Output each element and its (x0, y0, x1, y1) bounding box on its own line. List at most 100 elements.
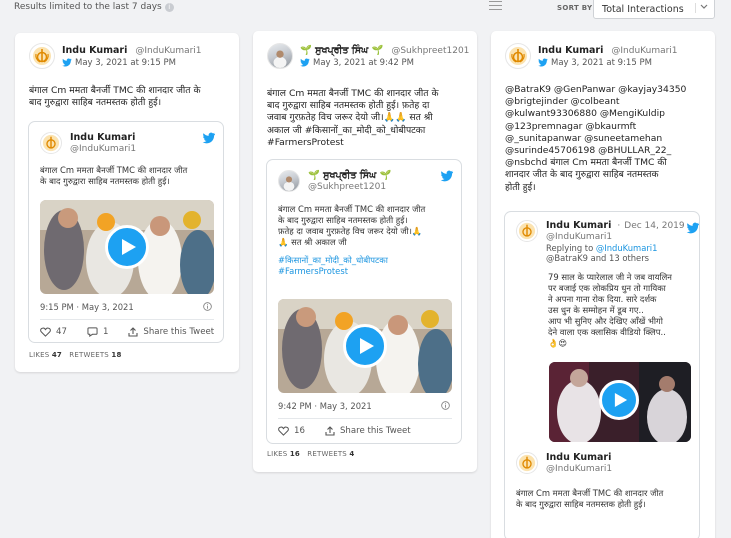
embedded-tweet[interactable]: Indu Kumari · Dec 14, 2019 @InduKumari1 … (504, 211, 700, 538)
replying-to: Replying to @InduKumari1 (546, 243, 685, 253)
share-icon (128, 327, 138, 337)
text-line: #FarmersProtest (267, 136, 344, 148)
author-handle[interactable]: @InduKumari1 (135, 46, 201, 56)
like-action[interactable]: 47 (40, 327, 67, 337)
embed-text: बंगाल Cm ममता बैनर्जी TMC की शानदार जीत … (40, 165, 187, 187)
avatar[interactable] (267, 43, 293, 69)
embed-author-handle[interactable]: @InduKumari1 (546, 232, 685, 242)
hashtag-link[interactable]: #FarmersProtest (278, 266, 425, 277)
play-icon (360, 338, 374, 354)
post-author: Indu Kumari @InduKumari1 May 3, 2021 at … (505, 43, 678, 69)
text-line: बंगाल Cm ममता बैनर्जी TMC की शानदार जीत (278, 204, 426, 214)
like-count: 16 (294, 426, 305, 436)
post-card: Indu Kumari @InduKumari1 May 3, 2021 at … (15, 33, 239, 372)
text-line: बंगाल Cm ममता बैनर्जी TMC की शानदार जीत (40, 165, 188, 175)
replying-to-link[interactable]: @InduKumari1 (596, 243, 658, 253)
avatar[interactable] (516, 220, 538, 242)
quoted-author-name[interactable]: Indu Kumari (546, 452, 612, 463)
play-button[interactable] (105, 225, 149, 269)
avatar[interactable] (40, 132, 62, 154)
embed-author-name[interactable]: Indu Kumari (546, 220, 611, 231)
twitter-bird-icon (62, 58, 72, 67)
text-line: होती हुई। (505, 181, 536, 193)
avatar[interactable] (278, 170, 300, 192)
author-name[interactable]: Indu Kumari (62, 45, 127, 56)
like-action[interactable]: 16 (278, 426, 305, 436)
text-line: पर बजाई एक लोकप्रिय धुन तो गायिका (548, 283, 666, 293)
embed-author: Indu Kumari · Dec 14, 2019 @InduKumari1 … (516, 220, 685, 263)
retweets-label: RETWEETS (307, 450, 347, 458)
reply-action[interactable]: 1 (87, 327, 108, 337)
share-action[interactable]: Share this Tweet (128, 327, 214, 337)
text-line: बंगाल Cm ममता बैनर्जी TMC की शानदार जीत … (29, 85, 201, 96)
twitter-bird-icon[interactable] (202, 132, 216, 144)
text-line: @kulwant93306880 @MengiKuldip (505, 108, 665, 120)
info-icon[interactable]: i (164, 2, 174, 12)
embedded-tweet[interactable]: Indu Kumari @InduKumari1 बंगाल Cm ममता ब… (28, 121, 224, 343)
share-label: Share this Tweet (339, 426, 411, 436)
sort-select[interactable]: Total Interactions (593, 0, 715, 19)
text-line: देने वाला एक क्लासिक वीडियो क्लिप.. (548, 327, 666, 337)
embed-actions: 47 1 Share this Tweet (40, 327, 223, 337)
author-handle[interactable]: @Sukhpreet1201 (391, 46, 469, 56)
post-text: @BatraK9 @GenPanwar @kayjay34350 @brigte… (505, 84, 686, 194)
reply-icon (87, 327, 98, 337)
embed-date[interactable]: Dec 14, 2019 (624, 221, 684, 231)
author-name[interactable]: Indu Kumari (538, 45, 603, 56)
author-handle[interactable]: @InduKumari1 (611, 46, 677, 56)
avatar[interactable] (29, 43, 55, 69)
post-text: बंगाल Cm ममता बैनर्जी TMC की शानदार जीत … (29, 85, 201, 109)
twitter-bird-icon[interactable] (686, 222, 700, 234)
avatar[interactable] (505, 43, 531, 69)
embed-author: 🌱 ਸੁਖਪ੍ਰੀਤ ਸਿੰਘ 🌱 @Sukhpreet1201 (278, 170, 391, 192)
text-line: @surinde45706198 @BHULLAR_22_ (505, 145, 672, 157)
retweets-label: RETWEETS (69, 351, 109, 359)
video-thumbnail[interactable] (278, 299, 452, 393)
text-line: शानदार जीत के बाद गुरुद्वारा साहिब नतमस्… (505, 169, 659, 181)
info-icon[interactable] (441, 401, 450, 410)
post-card: Indu Kumari @InduKumari1 May 3, 2021 at … (491, 31, 715, 538)
results-limit-text: Results limited to the last 7 days (14, 2, 162, 12)
profile-photo (273, 50, 287, 68)
embed-author-handle[interactable]: @Sukhpreet1201 (308, 182, 391, 192)
embed-author-name[interactable]: Indu Kumari (70, 132, 136, 143)
divider (278, 418, 452, 419)
quoted-author-handle[interactable]: @InduKumari1 (546, 464, 612, 474)
play-button[interactable] (343, 324, 387, 368)
text-line: 🙏 सत श्री अकाल जी (278, 237, 347, 247)
list-view-icon[interactable] (489, 1, 502, 12)
play-button[interactable] (599, 380, 639, 420)
embed-text: 79 साल के प्यारेलाल जी ने जब वायलिन पर ब… (548, 272, 672, 349)
likes-label: LIKES (29, 351, 50, 359)
twitter-bird-icon[interactable] (440, 170, 454, 182)
share-action[interactable]: Share this Tweet (325, 426, 411, 436)
text-line: @brigtejinder @colbeant (505, 96, 620, 108)
embed-author-handle[interactable]: @InduKumari1 (70, 144, 136, 154)
sort-select-value: Total Interactions (602, 4, 684, 15)
khanda-icon (518, 222, 536, 240)
avatar[interactable] (516, 452, 538, 474)
share-icon (325, 426, 335, 436)
embed-author-name[interactable]: 🌱 ਸੁਖਪ੍ਰੀਤ ਸਿੰਘ 🌱 (308, 170, 391, 181)
info-icon[interactable] (203, 302, 212, 311)
author-name[interactable]: 🌱 ਸੁਖਪ੍ਰੀਤ ਸਿੰਘ 🌱 (300, 45, 383, 56)
embed-timestamp[interactable]: 9:42 PM · May 3, 2021 (278, 401, 372, 411)
embed-text: बंगाल Cm ममता बैनर्जी TMC की शानदार जीत … (278, 204, 425, 277)
text-line: 👌😍 (548, 338, 568, 348)
embed-timestamp[interactable]: 9:15 PM · May 3, 2021 (40, 302, 134, 312)
video-thumbnail[interactable] (549, 362, 691, 442)
khanda-icon (518, 454, 536, 472)
text-line: 79 साल के प्यारेलाल जी ने जब वायलिन (548, 272, 672, 282)
text-line: अकाल जी #किसानों_का_मोदी_को_धोबीपटका (267, 124, 426, 136)
embedded-tweet[interactable]: 🌱 ਸੁਖਪ੍ਰੀਤ ਸਿੰਘ 🌱 @Sukhpreet1201 बंगाल C… (266, 159, 462, 444)
embed-author: Indu Kumari @InduKumari1 (40, 132, 136, 154)
quoted-text: बंगाल Cm ममता बैनर्जी TMC की शानदार जीत … (516, 488, 663, 510)
replying-others[interactable]: @BatraK9 and 13 others (546, 253, 685, 263)
text-line: उस धुन के सम्मोहन में डूब गए.. (548, 305, 644, 315)
twitter-bird-icon (538, 58, 548, 67)
hashtag-link[interactable]: #किसानों_का_मोदी_को_धोबीपटका (278, 255, 425, 266)
video-thumbnail[interactable] (40, 200, 214, 294)
like-count: 47 (56, 327, 67, 337)
likes-value: 47 (51, 351, 63, 359)
text-line: बाद गुरुद्वारा साहिब नतमस्तक होती हुई। फ… (267, 100, 430, 112)
